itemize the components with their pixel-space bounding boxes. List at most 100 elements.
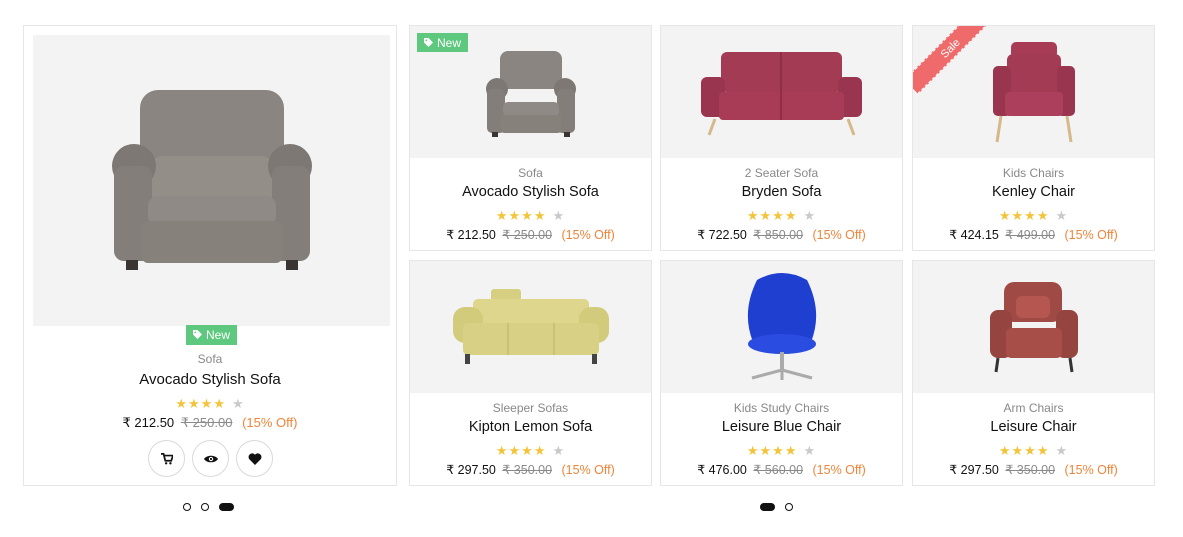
star-icon: ★ [188,396,201,411]
new-badge-label: New [206,328,231,342]
star-icon: ★ [552,208,566,223]
star-icon: ★ [213,396,226,411]
old-price: ₹ 850.00 [753,228,804,242]
price-line: ₹ 297.50 ₹ 350.00 (15% Off) [913,462,1154,477]
star-icon: ★ [521,208,534,223]
current-price: ₹ 297.50 [949,463,999,477]
star-icon: ★ [1036,443,1050,458]
new-badge: New [417,33,469,52]
product-title[interactable]: Leisure Chair [913,419,1154,435]
product-category: Sleeper Sofas [492,401,569,415]
rating-stars: ★★★★ ★ [661,442,902,460]
star-icon: ★ [200,396,214,411]
product-title[interactable]: Kipton Lemon Sofa [410,419,651,435]
current-price: ₹ 722.50 [697,228,747,242]
star-icon: ★ [495,443,509,458]
discount-label: (15% Off) [812,228,866,242]
star-icon: ★ [759,208,773,223]
old-price: ₹ 250.00 [180,415,233,430]
star-icon: ★ [508,208,522,223]
star-icon: ★ [998,208,1012,223]
star-icon: ★ [533,208,547,223]
rating-stars: ★★★★ ★ [913,207,1154,225]
current-price: ₹ 212.50 [122,415,175,430]
product-card[interactable]: Kids Study Chairs Leisure Blue Chair ★★★… [660,260,903,486]
old-price: ₹ 560.00 [753,463,804,477]
tag-icon [193,328,202,342]
price-line: ₹ 212.50 ₹ 250.00 (15% Off) [24,415,396,431]
product-card[interactable]: Arm Chairs Leisure Chair ★★★★ ★ ₹ 297.50 … [912,260,1155,486]
featured-product-image[interactable] [33,35,390,326]
armchair-red-image [992,41,1075,142]
product-title[interactable]: Avocado Stylish Sofa [24,371,396,388]
star-icon: ★ [803,208,817,223]
star-icon: ★ [746,208,760,223]
price-line: ₹ 424.15 ₹ 499.00 (15% Off) [913,227,1154,242]
product-image[interactable] [661,261,902,393]
star-icon: ★ [552,443,566,458]
star-icon: ★ [495,208,509,223]
carousel-dot-active[interactable] [219,503,234,511]
star-icon: ★ [1011,443,1025,458]
grid-carousel-pagination [760,503,793,511]
rating-stars: ★★★★ ★ [410,207,651,225]
tag-icon [424,36,433,50]
star-icon: ★ [759,443,773,458]
sofa-lemon-image [452,289,609,364]
product-category: Kids Chairs [1002,166,1065,180]
current-price: ₹ 297.50 [446,463,496,477]
new-badge-label: New [437,35,462,50]
product-title[interactable]: Avocado Stylish Sofa [410,184,651,200]
product-card[interactable]: 2 Seater Sofa Bryden Sofa ★★★★ ★ ₹ 722.50… [660,25,903,251]
product-category: 2 Seater Sofa [744,166,819,180]
product-category: Sofa [518,166,543,180]
carousel-dot[interactable] [183,503,191,511]
carousel-dot-active[interactable] [760,503,775,511]
sale-ribbon-wrap: Sale [913,26,987,100]
product-title[interactable]: Bryden Sofa [661,184,902,200]
discount-label: (15% Off) [242,415,298,430]
star-icon: ★ [998,443,1012,458]
star-icon: ★ [175,396,189,411]
star-icon: ★ [1055,443,1069,458]
star-icon: ★ [784,208,798,223]
rating-stars: ★★★★ ★ [410,442,651,460]
product-image[interactable] [410,261,651,393]
star-icon: ★ [1055,208,1069,223]
old-price: ₹ 350.00 [1005,463,1056,477]
star-icon: ★ [746,443,760,458]
current-price: ₹ 424.15 [949,228,999,242]
product-card[interactable]: Sale Kids Chairs Kenley Chair ★★★★ ★ ₹ 42… [912,25,1155,251]
new-badge: New [186,325,238,345]
rating-stars: ★★★★ ★ [661,207,902,225]
star-icon: ★ [533,443,547,458]
discount-label: (15% Off) [1064,228,1118,242]
product-title[interactable]: Leisure Blue Chair [661,419,902,435]
armchair-grey-image [111,89,312,270]
add-to-cart-button[interactable] [148,440,185,477]
product-image[interactable] [661,26,902,158]
product-image[interactable] [913,261,1154,393]
carousel-dot[interactable] [201,503,209,511]
star-icon: ★ [1024,443,1037,458]
featured-product-card[interactable]: New Sofa Avocado Stylish Sofa ★★★★ ★ ₹ 21… [23,25,397,486]
star-icon: ★ [784,443,798,458]
wishlist-button[interactable] [236,440,273,477]
cart-icon [160,452,173,464]
featured-carousel-pagination [183,503,234,511]
old-price: ₹ 499.00 [1005,228,1056,242]
price-line: ₹ 297.50 ₹ 350.00 (15% Off) [410,462,651,477]
eye-icon [203,455,218,462]
quick-view-button[interactable] [192,440,229,477]
armchair-grey-image [485,51,576,137]
product-title[interactable]: Kenley Chair [913,184,1154,200]
star-icon: ★ [772,443,785,458]
heart-icon [248,452,261,465]
star-icon: ★ [508,443,522,458]
product-card[interactable]: New Sofa Avocado Stylish Sofa ★★★★ ★ ₹ 21… [409,25,652,251]
carousel-dot[interactable] [785,503,793,511]
star-icon: ★ [1036,208,1050,223]
old-price: ₹ 350.00 [502,463,553,477]
product-card[interactable]: Sleeper Sofas Kipton Lemon Sofa ★★★★ ★ ₹ … [409,260,652,486]
star-icon: ★ [1024,208,1037,223]
